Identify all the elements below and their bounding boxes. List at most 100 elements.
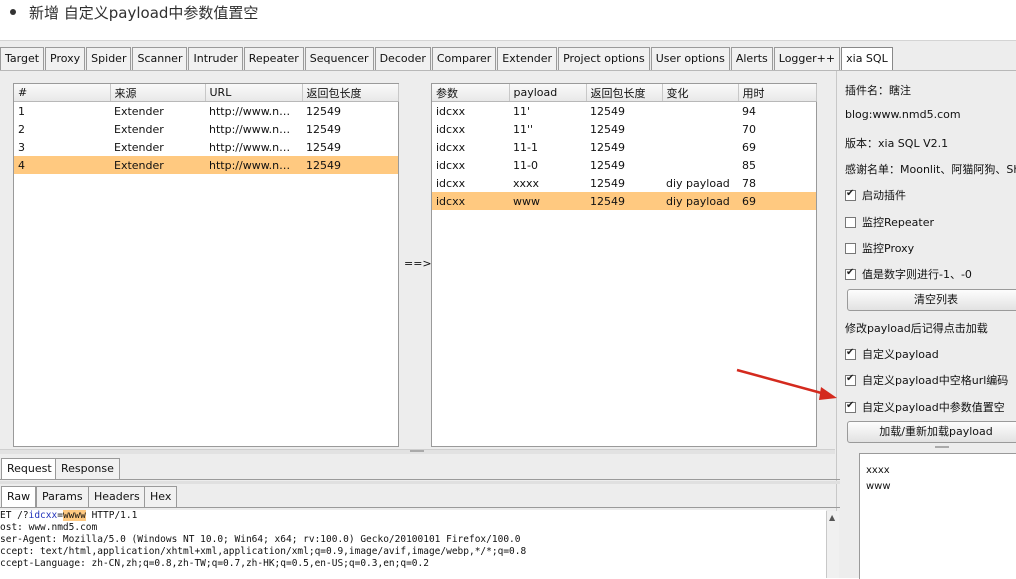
option-label: 自定义payload — [862, 348, 939, 361]
page-heading: 新增 自定义payload中参数值置空 — [10, 0, 258, 24]
option-numeric[interactable]: 值是数字则进行-1、-0 — [845, 266, 972, 282]
raw-request-editor[interactable]: ET /?idcxx=wwww HTTP/1.1 ost: www.nmd5.c… — [0, 510, 826, 578]
checkbox-checked-icon[interactable] — [845, 267, 856, 280]
pane-splitter[interactable] — [0, 449, 835, 454]
col-length[interactable]: 返回包长度 — [302, 84, 399, 102]
option-custom-payload[interactable]: 自定义payload — [845, 346, 939, 362]
col-time[interactable]: 用时 — [738, 84, 817, 102]
checkbox-unchecked-icon[interactable] — [845, 242, 856, 254]
heading-text: 新增 自定义payload中参数值置空 — [29, 3, 259, 22]
table-row[interactable]: idcxx 11-0 12549 85 — [432, 156, 816, 174]
cell-url: http://www.nmd... — [209, 122, 302, 136]
tab-response[interactable]: Response — [55, 458, 120, 479]
tab-proxy[interactable]: Proxy — [45, 47, 86, 70]
col-length[interactable]: 返回包长度 — [586, 84, 663, 102]
request-line-5: ccept-Language: zh-CN,zh;q=0.8,zh-TW;q=0… — [0, 558, 429, 569]
col-payload[interactable]: payload — [509, 84, 587, 102]
table-row-selected[interactable]: 4 Extender http://www.nmd... 12549 — [14, 156, 398, 174]
col-num[interactable]: # — [14, 84, 111, 102]
option-label: 监控Proxy — [862, 242, 915, 255]
tab-params[interactable]: Params — [36, 486, 89, 507]
tab-request[interactable]: Request — [1, 458, 58, 479]
tab-intruder[interactable]: Intruder — [188, 47, 243, 70]
option-enable-plugin[interactable]: 启动插件 — [845, 187, 906, 203]
cell-length: 12549 — [590, 140, 625, 154]
table-row[interactable]: 1 Extender http://www.nmd... 12549 — [14, 102, 398, 121]
col-source[interactable]: 来源 — [110, 84, 206, 102]
checkbox-checked-icon[interactable] — [845, 400, 856, 413]
tab-repeater[interactable]: Repeater — [243, 47, 304, 70]
editor-separator — [0, 481, 840, 484]
cell-time: 94 — [742, 104, 756, 118]
cell-url: http://www.nmd... — [205, 156, 302, 174]
table-row[interactable]: idcxx 11' 12549 94 — [432, 102, 816, 121]
table-row[interactable]: 3 Extender http://www.nmd... 12549 — [14, 138, 398, 156]
tab-logger[interactable]: Logger++ — [773, 47, 841, 70]
request-method: ET /? — [0, 510, 29, 521]
reload-note: 修改payload后记得点击加载 — [845, 322, 988, 335]
col-change[interactable]: 变化 — [662, 84, 739, 102]
version-label: 版本：xia SQL V2.1 — [845, 137, 949, 150]
options-divider — [836, 71, 837, 578]
bullet-dot — [10, 9, 16, 15]
cell-source: Extender — [114, 140, 164, 154]
payload-textarea[interactable]: xxxx www — [859, 453, 1016, 579]
cell-change — [662, 120, 738, 138]
cell-url: http://www.nmd... — [209, 140, 302, 154]
table-row[interactable]: idcxx 11-1 12549 69 — [432, 138, 816, 156]
cell-num: 4 — [14, 156, 110, 174]
table-row-selected[interactable]: idcxx www 12549 diy payload 69 — [432, 192, 816, 210]
cell-length: 12549 — [302, 156, 398, 174]
checkbox-unchecked-icon[interactable] — [845, 216, 856, 228]
cell-change — [662, 138, 738, 156]
tab-decoder[interactable]: Decoder — [374, 47, 431, 70]
option-label: 监控Repeater — [862, 216, 935, 229]
cell-change — [662, 156, 738, 174]
tab-project-options[interactable]: Project options — [558, 47, 650, 70]
cell-param: idcxx — [436, 158, 466, 172]
cell-num: 3 — [18, 140, 25, 154]
table-row[interactable]: idcxx 11'' 12549 70 — [432, 120, 816, 138]
tab-alerts[interactable]: Alerts — [730, 47, 773, 70]
checkbox-checked-icon[interactable] — [845, 188, 856, 201]
request-line-2: ost: www.nmd5.com — [0, 522, 98, 533]
load-payload-button[interactable]: 加载/重新加载payload — [847, 421, 1016, 443]
table-row[interactable]: 2 Extender http://www.nmd... 12549 — [14, 120, 398, 138]
table-row[interactable]: idcxx xxxx 12549 diy payload 78 — [432, 174, 816, 192]
tab-xia-sql[interactable]: xia SQL — [841, 47, 893, 71]
option-empty-param[interactable]: 自定义payload中参数值置空 — [845, 399, 1005, 415]
request-protocol: HTTP/1.1 — [85, 510, 138, 521]
tab-extender[interactable]: Extender — [497, 47, 558, 70]
tab-hex[interactable]: Hex — [144, 486, 178, 507]
editor-scrollbar[interactable]: ▲ — [826, 511, 839, 578]
tab-scanner[interactable]: Scanner — [132, 47, 188, 70]
cell-length: 12549 — [306, 122, 341, 136]
tab-headers[interactable]: Headers — [88, 486, 146, 507]
option-monitor-repeater[interactable]: 监控Repeater — [845, 214, 934, 230]
annotation-arrow-icon — [736, 368, 837, 400]
cell-payload: xxxx — [513, 176, 540, 190]
option-monitor-proxy[interactable]: 监控Proxy — [845, 240, 914, 256]
request-line-4: ccept: text/html,application/xhtml+xml,a… — [0, 546, 527, 557]
cell-time: 69 — [742, 140, 756, 154]
tab-divider — [0, 479, 840, 480]
option-url-encode-space[interactable]: 自定义payload中空格url编码 — [845, 372, 1008, 388]
cell-num: 2 — [18, 122, 25, 136]
col-url[interactable]: URL — [205, 84, 303, 102]
tab-sequencer[interactable]: Sequencer — [304, 47, 374, 70]
checkbox-checked-icon[interactable] — [845, 373, 856, 386]
cell-payload: 11-0 — [513, 158, 538, 172]
tab-user-options[interactable]: User options — [650, 47, 730, 70]
cell-param: idcxx — [432, 192, 509, 210]
col-param[interactable]: 参数 — [432, 84, 510, 102]
cell-time: 78 — [742, 176, 756, 190]
tab-comparer[interactable]: Comparer — [431, 47, 497, 70]
cell-url: http://www.nmd... — [209, 104, 302, 118]
checkbox-checked-icon[interactable] — [845, 347, 856, 360]
tab-target[interactable]: Target — [0, 47, 45, 70]
clear-list-button[interactable]: 清空列表 — [847, 289, 1016, 311]
tab-spider[interactable]: Spider — [86, 47, 132, 70]
option-label: 自定义payload中参数值置空 — [862, 401, 1005, 414]
tab-raw[interactable]: Raw — [1, 486, 37, 507]
scroll-up-icon[interactable]: ▲ — [829, 513, 835, 522]
